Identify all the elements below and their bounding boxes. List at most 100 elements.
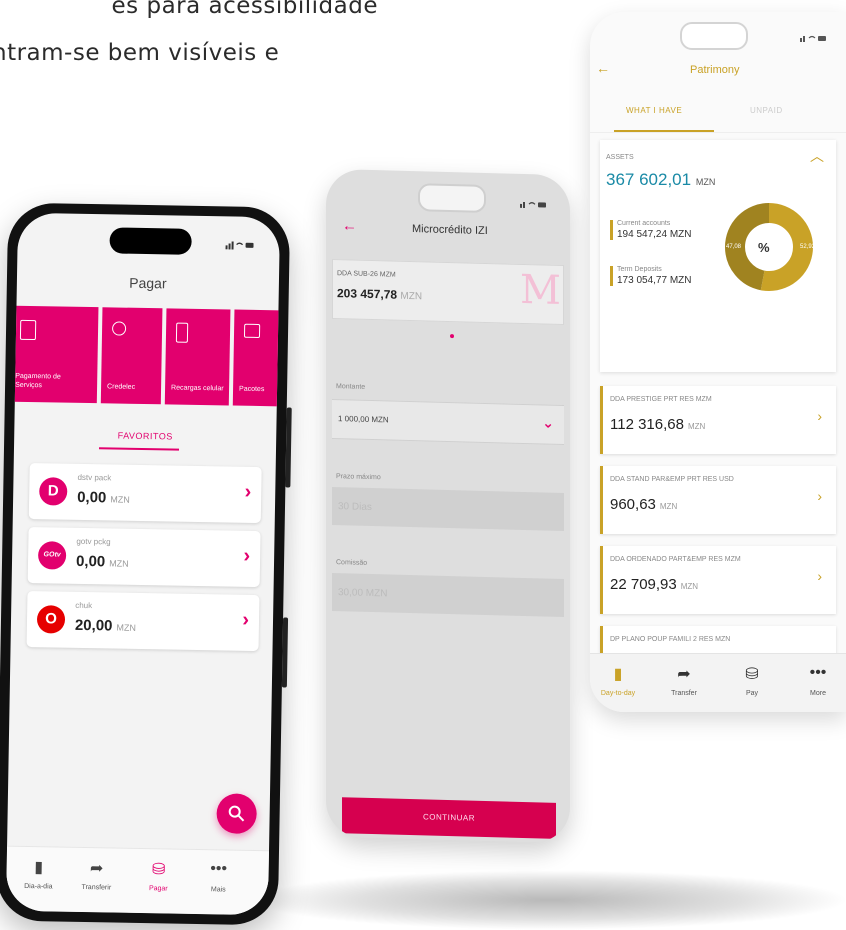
tab-mais[interactable]: ••• Mais [190,860,247,894]
summary-label: Term Deposits [617,266,662,273]
wallet-icon: ▮ [613,666,623,683]
account-accent-bar [600,386,603,454]
arrow-icon: ➦ [677,666,691,683]
page-title: Microcrédito IZI [412,223,488,238]
account-row[interactable]: DDA PRESTIGE PRT RES MZM 112 316,68 MZN › [600,386,836,454]
tab-label: Mais [210,886,226,894]
tab-more[interactable]: ••• More [790,664,846,697]
continuar-button[interactable]: CONTINUAR [342,797,556,839]
headline-line-2: ntram-se bem visíveis e [0,40,280,66]
favorite-name: chuk [75,600,93,611]
account-row[interactable]: DDA ORDENADO PART&EMP RES MZM 22 709,93 M… [600,546,836,614]
donut-label-right: 52,92 [800,244,816,250]
phone-pagar: Pagar Pagamento de Serviços Credelec Rec… [0,202,292,926]
tab-label: Pagar [148,885,168,893]
account-row[interactable]: DDA STAND PAR&EMP PRT RES USD 960,63 MZN … [600,466,836,534]
signal-wifi-battery-icon [800,35,826,42]
currency: MZN [400,290,423,303]
phone-microcredito: ← Microcrédito IZI DDA SUB-26 MZM 203 45… [326,168,570,844]
summary-label: Current accounts [617,220,671,227]
balance-value: 22 709,93 [610,576,677,593]
search-button[interactable] [216,793,258,835]
favorite-item[interactable]: O chuk 20,00 MZN › [26,590,260,652]
tab-pagar[interactable]: ⛁ Pagar [130,859,187,893]
field-label: Prazo máximo [336,473,381,482]
donut-label-left: 47,08 [726,244,742,250]
coins-icon: ⛁ [745,666,759,683]
signal-wifi-battery-icon [520,201,546,209]
account-balance: 960,63 MZN [610,496,677,513]
currency: MZN [687,422,706,431]
tab-label: Day-to-day [600,690,636,697]
summary-value: 194 547,24 MZN [617,229,692,240]
account-card[interactable]: DDA SUB-26 MZM 203 457,78 MZN M [332,258,564,326]
montante-select[interactable]: 1 000,00 MZN ⌄ [332,398,564,446]
favorite-item[interactable]: D dstv pack 0,00 MZN › [28,463,262,524]
currency: MZN [110,494,130,505]
category-pagamento-servicos[interactable]: Pagamento de Serviços [8,305,99,404]
tab-label: Transfer [671,690,697,697]
account-name: DDA STAND PAR&EMP PRT RES USD [610,476,734,483]
headline-text: es para acessibilidade ntram-se bem visí… [0,0,420,90]
category-recargas-celular[interactable]: Recargas celular [164,308,231,406]
bulb-icon [111,321,127,336]
category-pacotes[interactable]: Pacotes [232,309,281,407]
favorite-item[interactable]: GOtv gotv pckg 0,00 MZN › [27,526,261,588]
tv-icon [243,323,261,339]
status-bar [800,34,826,44]
account-balance: 112 316,68 MZN [610,416,705,433]
tab-pay[interactable]: ⛁ Pay [724,664,780,697]
category-label: Pagamento de Serviços [15,372,61,390]
account-balance: 22 709,93 MZN [610,576,698,593]
assets-label: ASSETS [606,154,634,161]
comissao-field: 30,00 MZN [332,572,564,618]
amount-value: 0,00 [75,552,106,571]
favorite-amount: 20,00 MZN [75,617,136,635]
chevron-right-icon: › [243,544,251,567]
pager-dot [450,334,454,339]
account-accent-bar [600,546,603,614]
chevron-right-icon: › [817,568,822,584]
search-icon [228,805,245,822]
phone-icon [175,322,189,343]
category-carousel[interactable]: Pagamento de Serviços Credelec Recargas … [8,305,281,407]
currency: MZN [659,502,678,511]
side-button [281,617,289,688]
balance-value: 112 316,68 [610,416,684,433]
donut-center-label: % [758,240,770,255]
field-label: Comissão [336,559,368,567]
amount-value: 0,00 [77,488,107,507]
page-title: Patrimony [690,64,740,76]
account-accent-bar [600,466,603,534]
bottom-tab-bar: ▮ Day-to-day ➦ Transfer ⛁ Pay ••• More [590,653,846,712]
tab-transfer[interactable]: ➦ Transfer [656,664,712,697]
screen-pagar: Pagar Pagamento de Serviços Credelec Rec… [5,212,281,916]
chevron-right-icon: › [817,488,822,504]
coins-icon: ⛁ [151,861,166,879]
account-row[interactable]: DP PLANO POUP FAMILI 2 RES MZN [600,626,836,656]
category-credelec[interactable]: Credelec [100,307,163,405]
currency: MZN [116,622,137,633]
currency: MZN [695,177,716,187]
tab-favoritos[interactable]: FAVORITOS [14,429,276,444]
summary-value: 173 054,77 MZN [617,275,692,286]
tab-dia-a-dia[interactable]: ▮ Dia-a-dia [10,857,67,891]
chevron-down-icon: ⌄ [542,414,554,431]
tab-unpaid[interactable]: UNPAID [750,106,783,115]
account-balance: 203 457,78 MZN [337,286,422,302]
current-accounts-summary: Current accounts 194 547,24 MZN [610,220,727,240]
account-name: DP PLANO POUP FAMILI 2 RES MZN [610,636,731,643]
assets-card: ASSETS 367 602,01 MZN ︿ Current accounts… [600,140,836,372]
currency: MZN [680,582,699,591]
dynamic-island [680,22,748,50]
favorite-amount: 0,00 MZN [77,489,130,507]
tab-transferir[interactable]: ➦ Transferir [68,858,125,892]
tab-day-to-day[interactable]: ▮ Day-to-day [590,664,646,697]
total-value: 367 602,01 [606,170,692,189]
favorite-amount: 0,00 MZN [76,553,129,571]
more-icon: ••• [210,860,228,878]
back-arrow-icon[interactable]: ← [342,217,357,234]
tab-what-i-have[interactable]: WHAT I HAVE [626,106,682,115]
chevron-up-icon[interactable]: ︿ [810,146,824,166]
back-arrow-icon[interactable]: ← [596,60,610,76]
